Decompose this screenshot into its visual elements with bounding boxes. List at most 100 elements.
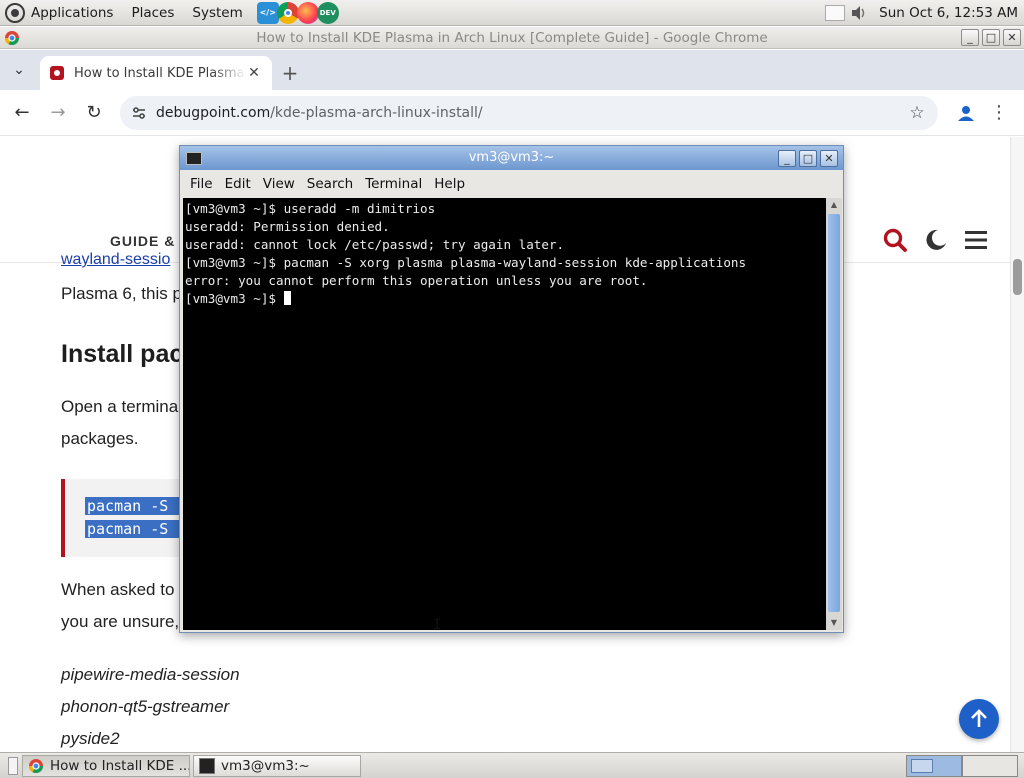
back-arrow-icon[interactable]: ←: [4, 95, 40, 131]
terminal-window: vm3@vm3:~ _ □ ✕ File Edit View Search Te…: [179, 145, 844, 633]
workspace-1[interactable]: [906, 754, 962, 777]
terminal-scrollbar[interactable]: ▲ ▼: [826, 198, 842, 630]
forward-arrow-icon[interactable]: →: [40, 95, 76, 131]
article-paragraph: Open a termina: [61, 397, 179, 416]
article-paragraph: packages.: [61, 429, 139, 448]
applications-menu[interactable]: Applications: [0, 0, 127, 26]
browser-toolbar: ← → ↻ debugpoint.com/kde-plasma-arch-lin…: [0, 90, 1024, 136]
volume-icon[interactable]: [849, 3, 869, 23]
dev-icon[interactable]: DEV: [316, 1, 339, 24]
system-menu-label: System: [192, 4, 243, 21]
mouse-ibeam-cursor-icon: I: [433, 617, 442, 633]
maximize-button[interactable]: □: [982, 29, 1000, 46]
taskbar-item-label: How to Install KDE ...: [50, 757, 190, 774]
url-text[interactable]: debugpoint.com/kde-plasma-arch-linux-ins…: [156, 105, 906, 121]
section-heading: Install pac: [61, 340, 184, 368]
arrow-up-icon: [971, 709, 987, 727]
dark-mode-moon-icon[interactable]: [924, 228, 948, 252]
gnome-foot-icon: [5, 2, 25, 23]
close-button[interactable]: ✕: [820, 149, 838, 167]
terminal-line: [vm3@vm3 ~]$ pacman -S xorg plasma plasm…: [185, 255, 747, 270]
terminal-scrollbar-thumb[interactable]: [828, 214, 840, 612]
tab-close-icon[interactable]: ✕: [246, 65, 262, 81]
tab-strip: ⌄ How to Install KDE Plasma in Arch Linu…: [0, 50, 1024, 90]
article-link[interactable]: wayland-sessio: [61, 251, 170, 269]
places-menu-label: Places: [131, 4, 175, 21]
bookmark-star-icon[interactable]: ☆: [906, 103, 928, 123]
workspace-2[interactable]: [962, 754, 1018, 777]
article-paragraph: Plasma 6, this p: [61, 284, 182, 303]
terminal-menubar: File Edit View Search Terminal Help: [180, 170, 843, 198]
chrome-window-icon: [5, 30, 19, 45]
menu-edit[interactable]: Edit: [219, 176, 257, 192]
system-menu[interactable]: System: [188, 0, 256, 26]
debugpoint-favicon-icon: [50, 66, 64, 80]
site-nav-guides[interactable]: GUIDE &: [110, 233, 175, 249]
menu-view[interactable]: View: [257, 176, 301, 192]
reload-icon[interactable]: ↻: [76, 95, 112, 131]
scroll-up-arrow-icon[interactable]: ▲: [826, 198, 842, 212]
tab-search-chevron-icon[interactable]: ⌄: [0, 50, 38, 90]
menu-file[interactable]: File: [184, 176, 219, 192]
taskbar-item-terminal[interactable]: vm3@vm3:~: [193, 754, 361, 777]
menu-search[interactable]: Search: [301, 176, 359, 192]
chrome-titlebar[interactable]: How to Install KDE Plasma in Arch Linux …: [0, 27, 1024, 49]
taskbar-item-label: vm3@vm3:~: [221, 757, 310, 774]
panel-clock[interactable]: Sun Oct 6, 12:53 AM: [871, 5, 1024, 21]
applications-menu-label: Applications: [31, 4, 114, 21]
chrome-menu-icon[interactable]: ⋮: [984, 102, 1014, 123]
page-scrollbar[interactable]: [1010, 137, 1024, 752]
package-item: pyside2: [61, 729, 120, 748]
terminal-prompt: [vm3@vm3 ~]$: [185, 291, 284, 306]
terminal-output[interactable]: [vm3@vm3 ~]$ useradd -m dimitrios useradd…: [183, 198, 826, 630]
hamburger-menu-icon[interactable]: [964, 229, 988, 251]
menu-help[interactable]: Help: [428, 176, 471, 192]
terminal-line: useradd: cannot lock /etc/passwd; try ag…: [185, 237, 565, 252]
terminal-line: [vm3@vm3 ~]$ useradd -m dimitrios: [185, 201, 436, 216]
workspace-switcher: [906, 754, 1018, 777]
taskbar-item-chrome[interactable]: How to Install KDE ...: [22, 754, 190, 777]
package-item: pipewire-media-session: [61, 665, 240, 684]
address-bar[interactable]: debugpoint.com/kde-plasma-arch-linux-ins…: [120, 95, 938, 130]
code-line: pacman -S -: [85, 497, 189, 515]
page-scrollbar-thumb[interactable]: [1013, 259, 1022, 295]
places-menu[interactable]: Places: [127, 0, 188, 26]
tab-title: How to Install KDE Plasma in Arch Linux: [74, 65, 246, 81]
terminal-line: error: you cannot perform this operation…: [185, 273, 648, 288]
article-paragraph: When asked to: [61, 580, 175, 599]
tray-network-icon[interactable]: [825, 4, 846, 21]
menu-terminal[interactable]: Terminal: [359, 176, 428, 192]
chrome-icon[interactable]: [276, 1, 299, 24]
minimize-button[interactable]: _: [961, 29, 979, 46]
vscode-icon[interactable]: </>: [256, 1, 279, 24]
text-cursor: [283, 291, 291, 305]
maximize-button[interactable]: □: [799, 149, 817, 167]
tab-active[interactable]: How to Install KDE Plasma in Arch Linux …: [40, 56, 272, 90]
bottom-taskbar: How to Install KDE ... vm3@vm3:~: [0, 752, 1024, 778]
chrome-window-title: How to Install KDE Plasma in Arch Linux …: [256, 29, 768, 46]
package-item: phonon-qt5-gstreamer: [61, 697, 230, 716]
search-icon[interactable]: [882, 227, 908, 253]
code-block[interactable]: pacman -S - pacman -S -: [61, 479, 191, 557]
site-info-icon[interactable]: [130, 104, 148, 122]
close-button[interactable]: ✕: [1003, 29, 1021, 46]
scroll-to-top-button[interactable]: [959, 699, 999, 739]
minimize-button[interactable]: _: [778, 149, 796, 167]
terminal-titlebar[interactable]: vm3@vm3:~ _ □ ✕: [180, 146, 843, 170]
terminal-icon: [199, 757, 215, 774]
profile-avatar-icon[interactable]: [948, 95, 984, 131]
scroll-down-arrow-icon[interactable]: ▼: [826, 616, 842, 630]
panel-launchers: </> DEV: [256, 1, 339, 24]
top-panel: Applications Places System </> DEV Sun O…: [0, 0, 1024, 26]
url-path: /kde-plasma-arch-linux-install/: [270, 104, 483, 121]
chrome-icon: [29, 758, 43, 773]
new-tab-button[interactable]: +: [272, 56, 308, 90]
terminal-title: vm3@vm3:~: [468, 150, 555, 165]
article-paragraph: you are unsure,: [61, 612, 180, 631]
show-desktop-button[interactable]: [8, 756, 18, 775]
firefox-icon[interactable]: [296, 1, 319, 24]
code-line: pacman -S -: [85, 520, 189, 538]
url-host: debugpoint.com: [156, 104, 271, 121]
terminal-line: useradd: Permission denied.: [185, 219, 390, 234]
terminal-prompt-line[interactable]: [vm3@vm3 ~]$: [185, 290, 824, 308]
